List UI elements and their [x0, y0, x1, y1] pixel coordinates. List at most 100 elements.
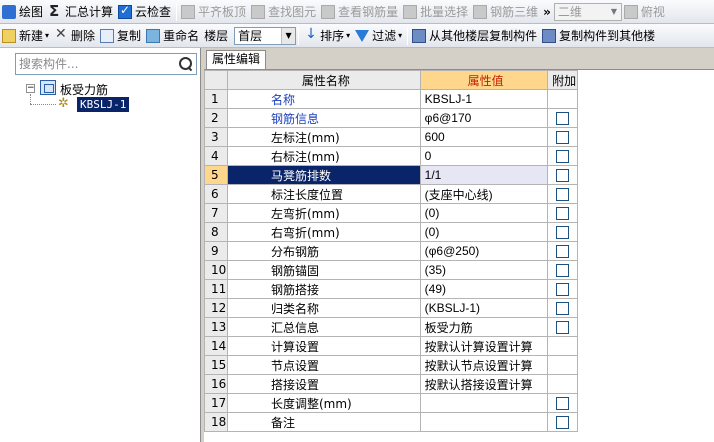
table-row[interactable]: 13 汇总信息 板受力筋 [204, 317, 714, 337]
table-row[interactable]: 2 钢筋信息 φ6@170 [204, 108, 714, 128]
rename-button[interactable]: 重命名 [144, 26, 202, 46]
draw-button[interactable]: 绘图 [0, 2, 46, 22]
name-column-header[interactable]: 属性名称 [226, 70, 421, 90]
property-name-cell[interactable]: 名称 [226, 89, 421, 109]
copy-to-other-floor-button[interactable]: 复制构件到其他楼 [540, 26, 658, 46]
property-name-cell[interactable]: 右弯折(mm) [226, 222, 421, 242]
property-value-cell[interactable]: (0) [419, 203, 548, 223]
property-value-cell[interactable]: 1/1 [419, 165, 548, 185]
extra-checkbox[interactable] [555, 264, 569, 277]
table-row[interactable]: 18 备注 [204, 412, 714, 432]
row-number-cell[interactable]: 9 [204, 241, 228, 261]
property-name-cell[interactable]: 标注长度位置 [226, 184, 421, 204]
search-icon[interactable] [176, 54, 196, 74]
rebar-3d-button[interactable]: 钢筋三维 [471, 2, 541, 22]
table-row[interactable]: 11 钢筋搭接 (49) [204, 279, 714, 299]
tab-property-edit[interactable]: 属性编辑 [206, 50, 267, 69]
table-row[interactable]: 10 钢筋锚固 (35) [204, 260, 714, 280]
floor-select[interactable]: 首层 ▼ [234, 26, 297, 45]
property-value-cell[interactable]: (35) [419, 260, 548, 280]
row-number-cell[interactable]: 11 [204, 279, 228, 299]
table-row[interactable]: 14 计算设置 按默认计算设置计算 [204, 336, 714, 356]
property-name-cell[interactable]: 钢筋搭接 [226, 279, 421, 299]
extra-checkbox[interactable] [555, 283, 569, 296]
find-element-button[interactable]: 查找图元 [249, 2, 319, 22]
toolbar-overflow-button[interactable]: » [541, 2, 554, 22]
property-value-cell[interactable]: φ6@170 [419, 108, 548, 128]
extra-checkbox[interactable] [555, 416, 569, 429]
table-row[interactable]: 17 长度调整(mm) [204, 393, 714, 413]
extra-checkbox[interactable] [555, 397, 569, 410]
table-row[interactable]: 16 搭接设置 按默认搭接设置计算 [204, 374, 714, 394]
row-number-cell[interactable]: 1 [204, 89, 228, 109]
property-name-cell[interactable]: 汇总信息 [226, 317, 421, 337]
tree-collapse-toggle[interactable]: − [26, 84, 35, 93]
row-number-cell[interactable]: 2 [204, 108, 228, 128]
property-name-cell[interactable]: 钢筋锚固 [226, 260, 421, 280]
extra-checkbox[interactable] [555, 321, 569, 334]
property-value-cell[interactable]: (支座中心线) [419, 184, 548, 204]
row-number-cell[interactable]: 14 [204, 336, 228, 356]
view-mode-select[interactable]: 二维 ▼ [553, 2, 622, 21]
row-number-cell[interactable]: 18 [204, 412, 228, 432]
extra-checkbox[interactable] [555, 169, 569, 182]
sort-button[interactable]: 排序▾ [301, 26, 353, 46]
property-value-cell[interactable]: 板受力筋 [419, 317, 548, 337]
extra-checkbox[interactable] [555, 112, 569, 125]
extra-checkbox[interactable] [555, 207, 569, 220]
filter-button[interactable]: 过滤 ▾ [353, 26, 405, 46]
property-value-cell[interactable]: (0) [419, 222, 548, 242]
table-row[interactable]: 1 名称 KBSLJ-1 [204, 89, 714, 109]
copy-from-other-floor-button[interactable]: 从其他楼层复制构件 [410, 26, 540, 46]
property-value-cell[interactable]: 按默认计算设置计算 [419, 336, 548, 356]
row-number-cell[interactable]: 17 [204, 393, 228, 413]
row-number-cell[interactable]: 5 [204, 165, 228, 185]
property-name-cell[interactable]: 长度调整(mm) [226, 393, 421, 413]
sum-calc-button[interactable]: 汇总计算 [46, 2, 116, 22]
property-name-cell[interactable]: 左弯折(mm) [226, 203, 421, 223]
property-name-cell[interactable]: 归类名称 [226, 298, 421, 318]
extra-checkbox[interactable] [555, 188, 569, 201]
property-value-cell[interactable]: 600 [419, 127, 548, 147]
row-number-cell[interactable]: 15 [204, 355, 228, 375]
property-value-cell[interactable]: (49) [419, 279, 548, 299]
row-number-cell[interactable]: 8 [204, 222, 228, 242]
extra-checkbox[interactable] [555, 302, 569, 315]
property-value-cell[interactable] [419, 393, 548, 413]
property-name-cell[interactable]: 分布钢筋 [226, 241, 421, 261]
extra-checkbox[interactable] [555, 226, 569, 239]
property-name-cell[interactable]: 备注 [226, 412, 421, 432]
value-column-header[interactable]: 属性值 [419, 70, 548, 90]
property-value-cell[interactable] [419, 412, 548, 432]
new-button[interactable]: 新建 ▾ [0, 26, 52, 46]
view-rebar-button[interactable]: 查看钢筋量 [319, 2, 401, 22]
property-name-cell[interactable]: 计算设置 [226, 336, 421, 356]
row-number-cell[interactable]: 6 [204, 184, 228, 204]
table-row[interactable]: 5 马凳筋排数 1/1 [204, 165, 714, 185]
extra-checkbox[interactable] [555, 131, 569, 144]
table-row[interactable]: 8 右弯折(mm) (0) [204, 222, 714, 242]
property-name-cell[interactable]: 钢筋信息 [226, 108, 421, 128]
overlook-button[interactable]: 俯视 [622, 2, 668, 22]
extra-checkbox[interactable] [555, 245, 569, 258]
property-name-cell[interactable]: 左标注(mm) [226, 127, 421, 147]
property-value-cell[interactable]: (KBSLJ-1) [419, 298, 548, 318]
tree-item-selected[interactable]: KBSLJ-1 [77, 97, 130, 112]
property-name-cell[interactable]: 搭接设置 [226, 374, 421, 394]
delete-button[interactable]: 删除 [52, 26, 98, 46]
batch-select-button[interactable]: 批量选择 [401, 2, 471, 22]
property-value-cell[interactable]: KBSLJ-1 [419, 89, 548, 109]
table-row[interactable]: 9 分布钢筋 (φ6@250) [204, 241, 714, 261]
row-number-cell[interactable]: 3 [204, 127, 228, 147]
search-input[interactable] [16, 55, 176, 73]
row-number-cell[interactable]: 4 [204, 146, 228, 166]
property-value-cell[interactable]: 按默认搭接设置计算 [419, 374, 548, 394]
property-name-cell[interactable]: 马凳筋排数 [226, 165, 421, 185]
table-row[interactable]: 7 左弯折(mm) (0) [204, 203, 714, 223]
property-name-cell[interactable]: 节点设置 [226, 355, 421, 375]
property-value-cell[interactable]: 按默认节点设置计算 [419, 355, 548, 375]
row-number-cell[interactable]: 13 [204, 317, 228, 337]
row-number-cell[interactable]: 12 [204, 298, 228, 318]
table-row[interactable]: 4 右标注(mm) 0 [204, 146, 714, 166]
cloud-check-button[interactable]: 云检查 [116, 2, 174, 22]
